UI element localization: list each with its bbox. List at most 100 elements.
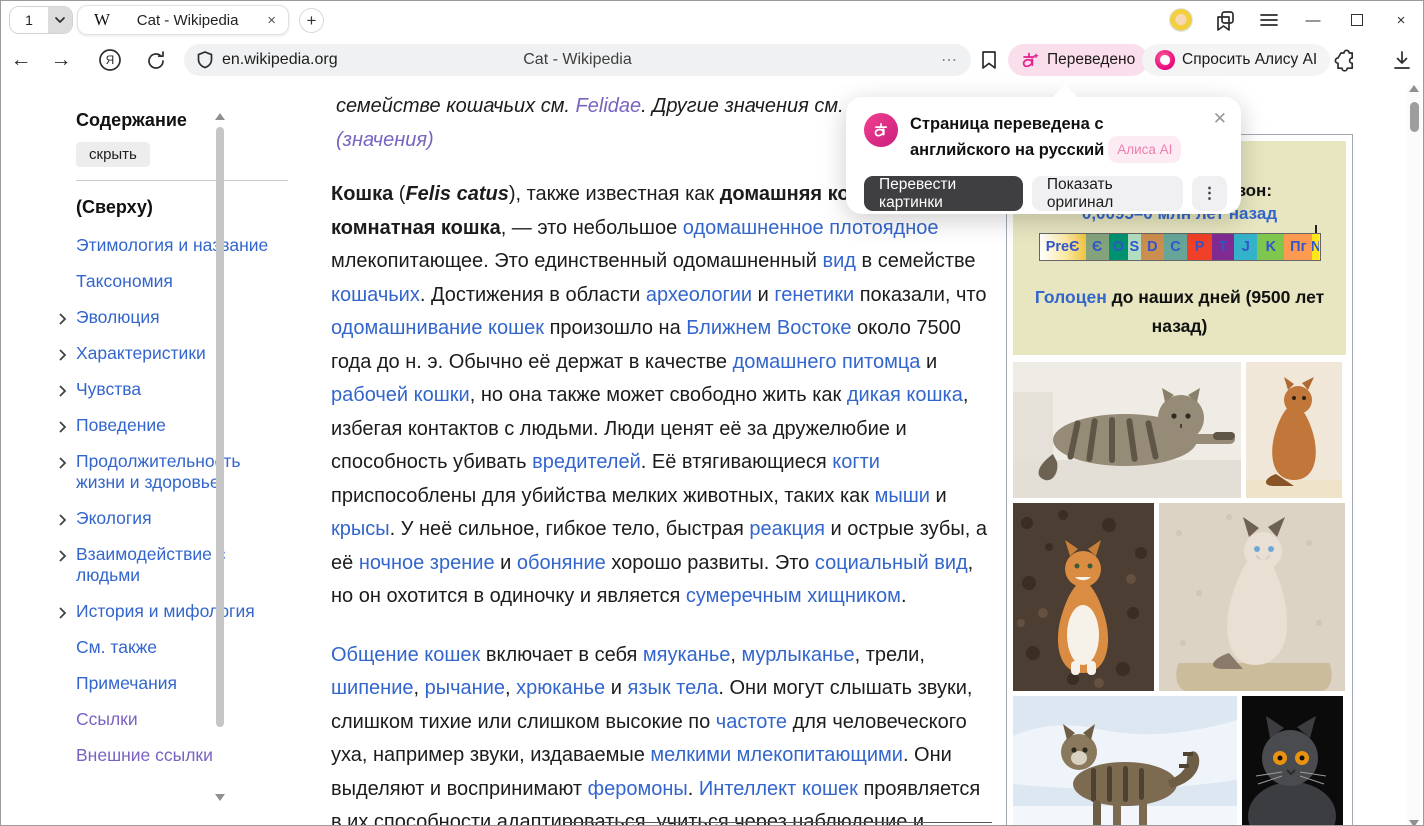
- tab-counter[interactable]: 1: [9, 6, 73, 34]
- popup-close-icon[interactable]: ✕: [1213, 109, 1227, 129]
- url-text[interactable]: en.wikipedia.org: [222, 51, 338, 69]
- show-original-button[interactable]: Показать оригинал: [1032, 176, 1183, 211]
- timescale-segment[interactable]: P: [1187, 234, 1212, 260]
- toc-item[interactable]: Ссылки: [76, 709, 288, 730]
- toc-scroll-up-icon[interactable]: [215, 113, 225, 120]
- timescale-segment[interactable]: T: [1212, 234, 1234, 260]
- address-more-icon[interactable]: ⋯: [941, 50, 959, 70]
- close-tab-icon[interactable]: ×: [265, 12, 278, 29]
- article-link[interactable]: рычание: [425, 677, 505, 699]
- toc-item[interactable]: История и мифология: [76, 601, 288, 622]
- timescale-segment[interactable]: N: [1312, 234, 1319, 260]
- toc-link[interactable]: См. также: [76, 637, 288, 658]
- toc-item[interactable]: Чувства: [76, 379, 288, 400]
- toc-link[interactable]: Экология: [76, 508, 288, 529]
- toc-item[interactable]: См. также: [76, 637, 288, 658]
- toc-item[interactable]: Взаимодействие с людьми: [76, 544, 288, 586]
- translated-button[interactable]: Переведено: [1008, 44, 1148, 76]
- toc-link[interactable]: Поведение: [76, 415, 288, 436]
- profile-avatar[interactable]: [1159, 1, 1203, 39]
- menu-icon[interactable]: [1247, 1, 1291, 39]
- close-window-button[interactable]: ×: [1379, 1, 1423, 39]
- toc-expand-chevron-icon[interactable]: [58, 604, 67, 625]
- article-link[interactable]: мелкими млекопитающими: [650, 744, 903, 766]
- timescale-segment[interactable]: Пг: [1284, 234, 1312, 260]
- article-link[interactable]: археологии: [646, 284, 752, 306]
- toc-scroll-down-icon[interactable]: [215, 794, 225, 801]
- yandex-home-icon[interactable]: Я: [95, 48, 125, 72]
- toc-item[interactable]: Продолжительность жизни и здоровье: [76, 451, 288, 493]
- toc-link[interactable]: Характеристики: [76, 343, 288, 364]
- toc-expand-chevron-icon[interactable]: [58, 346, 67, 367]
- new-tab-button[interactable]: +: [299, 8, 324, 33]
- toc-link[interactable]: Продолжительность жизни и здоровье: [76, 451, 288, 493]
- timescale-segment[interactable]: PreЄ: [1040, 234, 1086, 260]
- page-scroll-thumb[interactable]: [1410, 102, 1419, 132]
- article-link[interactable]: генетики: [774, 284, 854, 306]
- article-link[interactable]: мыши: [875, 485, 930, 507]
- panels-icon[interactable]: [1203, 1, 1247, 39]
- toc-link[interactable]: Взаимодействие с людьми: [76, 544, 288, 586]
- toc-scroll-thumb[interactable]: [216, 127, 224, 727]
- article-link[interactable]: реакция: [749, 518, 825, 540]
- article-link[interactable]: мурлыканье: [741, 644, 854, 666]
- page-scroll-down-icon[interactable]: [1409, 820, 1419, 826]
- article-link[interactable]: одомашнивание кошек: [331, 317, 544, 339]
- article-link[interactable]: вид: [822, 250, 855, 272]
- site-shield-icon[interactable]: [196, 50, 214, 70]
- cat-photo-tabby-in-snow[interactable]: [1013, 696, 1237, 826]
- maximize-button[interactable]: [1335, 1, 1379, 39]
- toc-link[interactable]: Таксономия: [76, 271, 288, 292]
- article-link[interactable]: ночное зрение: [359, 552, 495, 574]
- tab-list-chevron-icon[interactable]: [48, 7, 72, 33]
- timescale-segment[interactable]: J: [1234, 234, 1257, 260]
- toc-expand-chevron-icon[interactable]: [58, 382, 67, 403]
- article-link[interactable]: Интеллект кошек: [699, 778, 858, 800]
- cat-photo-orange-white-on-mulch[interactable]: [1013, 503, 1154, 691]
- article-link[interactable]: Felidae: [576, 95, 642, 117]
- cat-photo-tabby-lying[interactable]: [1013, 362, 1241, 498]
- toc-link[interactable]: Эволюция: [76, 307, 288, 328]
- forward-button[interactable]: →: [41, 48, 81, 72]
- article-link[interactable]: обоняние: [517, 552, 606, 574]
- toc-expand-chevron-icon[interactable]: [58, 547, 67, 568]
- cat-photo-gray-on-black[interactable]: [1242, 696, 1343, 826]
- bookmark-icon[interactable]: [979, 49, 999, 76]
- article-link[interactable]: одомашненное плотоядное: [683, 217, 939, 239]
- toc-item[interactable]: Эволюция: [76, 307, 288, 328]
- tab-count[interactable]: 1: [10, 7, 48, 33]
- active-tab[interactable]: W Cat - Wikipedia ×: [77, 5, 289, 35]
- timescale-segment[interactable]: C: [1164, 234, 1187, 260]
- article-link[interactable]: социальный вид: [815, 552, 968, 574]
- toc-item[interactable]: Внешние ссылки: [76, 745, 288, 766]
- article-link[interactable]: дикая кошка: [847, 384, 963, 406]
- toc-link[interactable]: Чувства: [76, 379, 288, 400]
- toc-link[interactable]: Этимология и название: [76, 235, 288, 256]
- toc-item-top[interactable]: (Сверху): [76, 197, 288, 218]
- toc-scrollbar[interactable]: [214, 113, 226, 801]
- toc-item[interactable]: Поведение: [76, 415, 288, 436]
- article-link[interactable]: Общение кошек: [331, 644, 480, 666]
- minimize-button[interactable]: —: [1291, 1, 1335, 39]
- translate-images-button[interactable]: Перевести картинки: [864, 176, 1023, 211]
- ask-alice-button[interactable]: Спросить Алису AI: [1142, 44, 1330, 76]
- article-link[interactable]: вредителей: [532, 451, 641, 473]
- toc-hide-button[interactable]: скрыть: [76, 142, 150, 167]
- toc-link[interactable]: Ссылки: [76, 709, 288, 730]
- article-link[interactable]: мяуканье: [643, 644, 730, 666]
- article-link[interactable]: сумеречным хищником: [686, 585, 901, 607]
- article-link[interactable]: крысы: [331, 518, 390, 540]
- address-bar[interactable]: en.wikipedia.org Cat - Wikipedia ⋯: [184, 44, 971, 76]
- toc-expand-chevron-icon[interactable]: [58, 454, 67, 475]
- article-link[interactable]: рабочей кошки: [331, 384, 470, 406]
- timescale-segment[interactable]: S: [1128, 234, 1141, 260]
- article-link[interactable]: кошачьих: [331, 284, 420, 306]
- toc-link[interactable]: Примечания: [76, 673, 288, 694]
- toc-item[interactable]: Примечания: [76, 673, 288, 694]
- back-button[interactable]: ←: [1, 48, 41, 72]
- toc-expand-chevron-icon[interactable]: [58, 310, 67, 331]
- article-link[interactable]: Ближнем Востоке: [686, 317, 851, 339]
- article-link[interactable]: хрюканье: [516, 677, 605, 699]
- toc-expand-chevron-icon[interactable]: [58, 511, 67, 532]
- page-scrollbar[interactable]: [1407, 85, 1422, 826]
